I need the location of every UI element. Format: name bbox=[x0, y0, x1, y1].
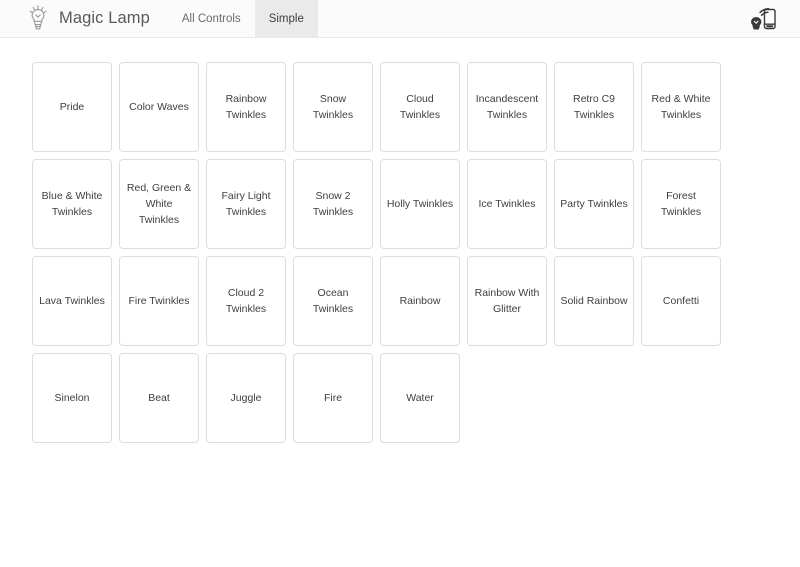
effect-tile[interactable]: Cloud 2 Twinkles bbox=[206, 256, 286, 346]
tab-bar: All Controls Simple bbox=[168, 0, 318, 37]
effect-tile[interactable]: Party Twinkles bbox=[554, 159, 634, 249]
effect-tile[interactable]: Fire Twinkles bbox=[119, 256, 199, 346]
tab-simple[interactable]: Simple bbox=[254, 0, 318, 37]
tab-all-controls[interactable]: All Controls bbox=[168, 0, 255, 37]
effect-tile[interactable]: Beat bbox=[119, 353, 199, 443]
effect-tile[interactable]: Solid Rainbow bbox=[554, 256, 634, 346]
brand: Magic Lamp bbox=[0, 0, 150, 37]
effect-tile[interactable]: Rainbow With Glitter bbox=[467, 256, 547, 346]
effect-tile[interactable]: Snow Twinkles bbox=[293, 62, 373, 152]
effect-tile[interactable]: Cloud Twinkles bbox=[380, 62, 460, 152]
effect-tile[interactable]: Fairy Light Twinkles bbox=[206, 159, 286, 249]
effect-tile[interactable]: Ocean Twinkles bbox=[293, 256, 373, 346]
app-title: Magic Lamp bbox=[59, 9, 150, 27]
effect-grid: Pride Color Waves Rainbow Twinkles Snow … bbox=[0, 38, 727, 443]
effect-tile[interactable]: Retro C9 Twinkles bbox=[554, 62, 634, 152]
header-actions bbox=[748, 0, 800, 37]
cast-to-device-icon[interactable] bbox=[748, 5, 778, 33]
effect-tile[interactable]: Sinelon bbox=[32, 353, 112, 443]
effect-tile[interactable]: Rainbow bbox=[380, 256, 460, 346]
effect-tile[interactable]: Fire bbox=[293, 353, 373, 443]
genie-lamp-icon bbox=[26, 4, 50, 33]
effect-tile[interactable]: Juggle bbox=[206, 353, 286, 443]
effect-tile[interactable]: Forest Twinkles bbox=[641, 159, 721, 249]
effect-tile[interactable]: Rainbow Twinkles bbox=[206, 62, 286, 152]
effect-tile[interactable]: Pride bbox=[32, 62, 112, 152]
effect-tile[interactable]: Water bbox=[380, 353, 460, 443]
effect-tile[interactable]: Red & White Twinkles bbox=[641, 62, 721, 152]
effect-tile[interactable]: Lava Twinkles bbox=[32, 256, 112, 346]
effect-tile[interactable]: Confetti bbox=[641, 256, 721, 346]
effect-tile[interactable]: Holly Twinkles bbox=[380, 159, 460, 249]
app-header: Magic Lamp All Controls Simple bbox=[0, 0, 800, 38]
effect-tile[interactable]: Incandescent Twinkles bbox=[467, 62, 547, 152]
effect-tile[interactable]: Snow 2 Twinkles bbox=[293, 159, 373, 249]
effect-tile[interactable]: Ice Twinkles bbox=[467, 159, 547, 249]
effect-tile[interactable]: Color Waves bbox=[119, 62, 199, 152]
effect-tile[interactable]: Blue & White Twinkles bbox=[32, 159, 112, 249]
effect-tile[interactable]: Red, Green & White Twinkles bbox=[119, 159, 199, 249]
